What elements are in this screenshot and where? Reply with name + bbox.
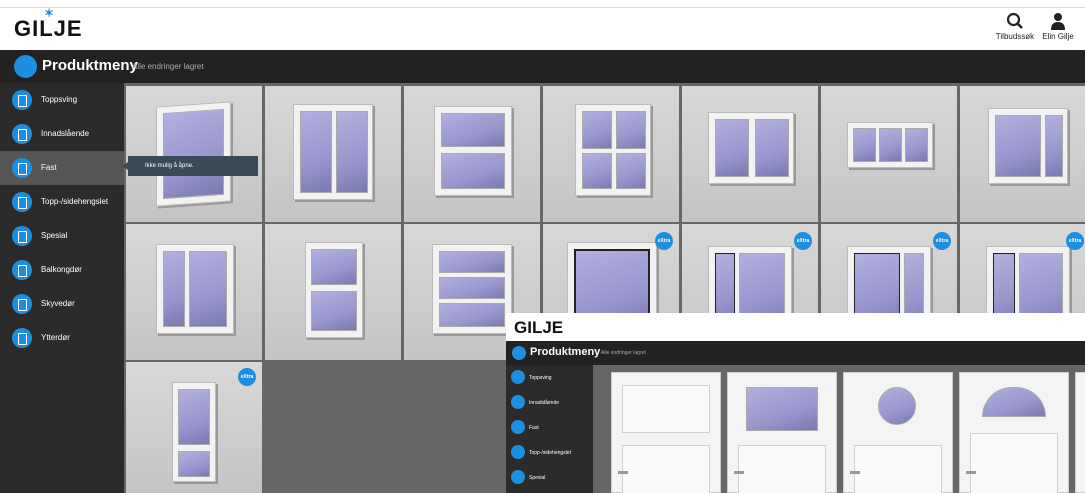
- overlay-sidebar-label: Toppsving: [529, 375, 552, 381]
- extra-badge: eXtra: [933, 232, 951, 250]
- sidebar-item-skyvedor[interactable]: Skyvedør: [0, 287, 124, 321]
- menu-circle-icon: [512, 346, 526, 360]
- overlay-save-status: Alle endringer lagret: [601, 350, 646, 356]
- sidebar-item-fast[interactable]: Fast: [0, 151, 124, 185]
- sidebar-item-label: Innadslående: [41, 129, 90, 138]
- balkongdor-icon: [12, 260, 32, 280]
- user-icon: [1051, 13, 1065, 30]
- sidebar-item-innadslaende[interactable]: Innadslående: [0, 117, 124, 151]
- window-image: [708, 112, 794, 184]
- sidebar-item-topp-sidehengslet[interactable]: Topp-/sidehengslet: [0, 185, 124, 219]
- window-image: [156, 101, 231, 207]
- fast-icon: [12, 158, 32, 178]
- product-tile[interactable]: [265, 224, 401, 360]
- sidebar-item-ytterdor[interactable]: Ytterdør: [0, 321, 124, 355]
- tooltip: Ikke mulig å åpne.: [122, 156, 258, 176]
- window-image: [434, 106, 512, 196]
- innadslaende-icon: [511, 395, 525, 409]
- overlay-sidebar-label: Topp-/sidehengslet: [529, 450, 571, 456]
- fast-icon: [511, 420, 525, 434]
- innadslaende-icon: [12, 124, 32, 144]
- sidebar-item-toppsving[interactable]: Toppsving: [0, 83, 124, 117]
- user-button[interactable]: Elin Gilje: [1033, 12, 1083, 41]
- product-tile[interactable]: [960, 86, 1085, 222]
- spesial-icon: [12, 226, 32, 246]
- door-image: [1075, 372, 1085, 493]
- sidebar-item-balkongdor[interactable]: Balkongdør: [0, 253, 124, 287]
- menu-circle-icon[interactable]: [14, 55, 37, 78]
- overlay-page-title: Produktmeny: [530, 346, 601, 358]
- toppsving-icon: [511, 370, 525, 384]
- window-image: [293, 104, 373, 200]
- product-tile[interactable]: [404, 86, 540, 222]
- overlay-sidebar-item: Innadslående: [506, 390, 593, 415]
- door-image: [843, 372, 953, 493]
- toppsving-icon: [12, 90, 32, 110]
- window-image: [305, 242, 363, 338]
- search-label: Tilbudssøk: [995, 32, 1035, 41]
- sidebar-item-label: Fast: [41, 163, 57, 172]
- overlay-title-bar: Produktmeny Alle endringer lagret: [506, 341, 1085, 365]
- window-image: [156, 244, 234, 334]
- sidebar-item-label: Skyvedør: [41, 299, 75, 308]
- topp-sidehengslet-icon: [511, 445, 525, 459]
- sidebar-item-label: Balkongdør: [41, 265, 82, 274]
- door-image: [611, 372, 721, 493]
- page-title: Produktmeny: [42, 57, 138, 74]
- user-label: Elin Gilje: [1042, 32, 1074, 41]
- product-tile[interactable]: [543, 86, 679, 222]
- sidebar-item-label: Spesial: [41, 231, 68, 240]
- product-tile[interactable]: eXtra: [126, 362, 262, 493]
- overlay-sidebar-item: Spesial: [506, 465, 593, 490]
- extra-badge: eXtra: [794, 232, 812, 250]
- search-icon: [1006, 12, 1023, 29]
- overlay-sidebar: Toppsving Innadslående Fast Topp-/sidehe…: [506, 365, 593, 493]
- product-tile[interactable]: [126, 86, 262, 222]
- product-tile[interactable]: [126, 224, 262, 360]
- overlay-sidebar-item: Toppsving: [506, 365, 593, 390]
- overlay-door-grid: [593, 365, 1085, 493]
- overlay-sidebar-label: Spesial: [529, 475, 546, 481]
- window-image: [172, 382, 216, 482]
- overlay-sidebar-label: Fast: [529, 425, 539, 431]
- header: GILJE ✶ Tilbudssøk Elin Gilje: [0, 6, 1085, 50]
- top-border: [0, 0, 1085, 8]
- window-image: [575, 104, 651, 196]
- product-tile[interactable]: [821, 86, 957, 222]
- product-tile[interactable]: [682, 86, 818, 222]
- door-image: [727, 372, 837, 493]
- sidebar-item-spesial[interactable]: Spesial: [0, 219, 124, 253]
- gilje-logo[interactable]: GILJE ✶: [14, 6, 83, 42]
- title-bar: Produktmeny Alle endringer lagret: [0, 50, 1085, 83]
- window-image: [847, 122, 933, 168]
- skyvedor-icon: [12, 294, 32, 314]
- gilje-logo: GILJE: [514, 318, 564, 337]
- sidebar-item-label: Toppsving: [41, 95, 78, 104]
- overlay-screenshot: GILJE Produktmeny Alle endringer lagret …: [506, 313, 1085, 493]
- sidebar-item-label: Ytterdør: [41, 333, 70, 342]
- product-tile[interactable]: [265, 86, 401, 222]
- overlay-sidebar-label: Innadslående: [529, 400, 560, 406]
- door-image: [959, 372, 1069, 493]
- window-image: [988, 108, 1068, 184]
- overlay-sidebar-item: Topp-/sidehengslet: [506, 440, 593, 465]
- topp-sidehengslet-icon: [12, 192, 32, 212]
- extra-badge: eXtra: [1066, 232, 1084, 250]
- ytterdor-icon: [12, 328, 32, 348]
- extra-badge: eXtra: [655, 232, 673, 250]
- sidebar-item-label: Topp-/sidehengslet: [41, 197, 109, 206]
- overlay-sidebar-item: Fast: [506, 415, 593, 440]
- extra-badge: eXtra: [238, 368, 256, 386]
- spesial-icon: [511, 470, 525, 484]
- window-image: [432, 244, 512, 334]
- sidebar: Toppsving Innadslående Fast Topp-/sidehe…: [0, 83, 124, 493]
- save-status: Alle endringer lagret: [132, 62, 204, 71]
